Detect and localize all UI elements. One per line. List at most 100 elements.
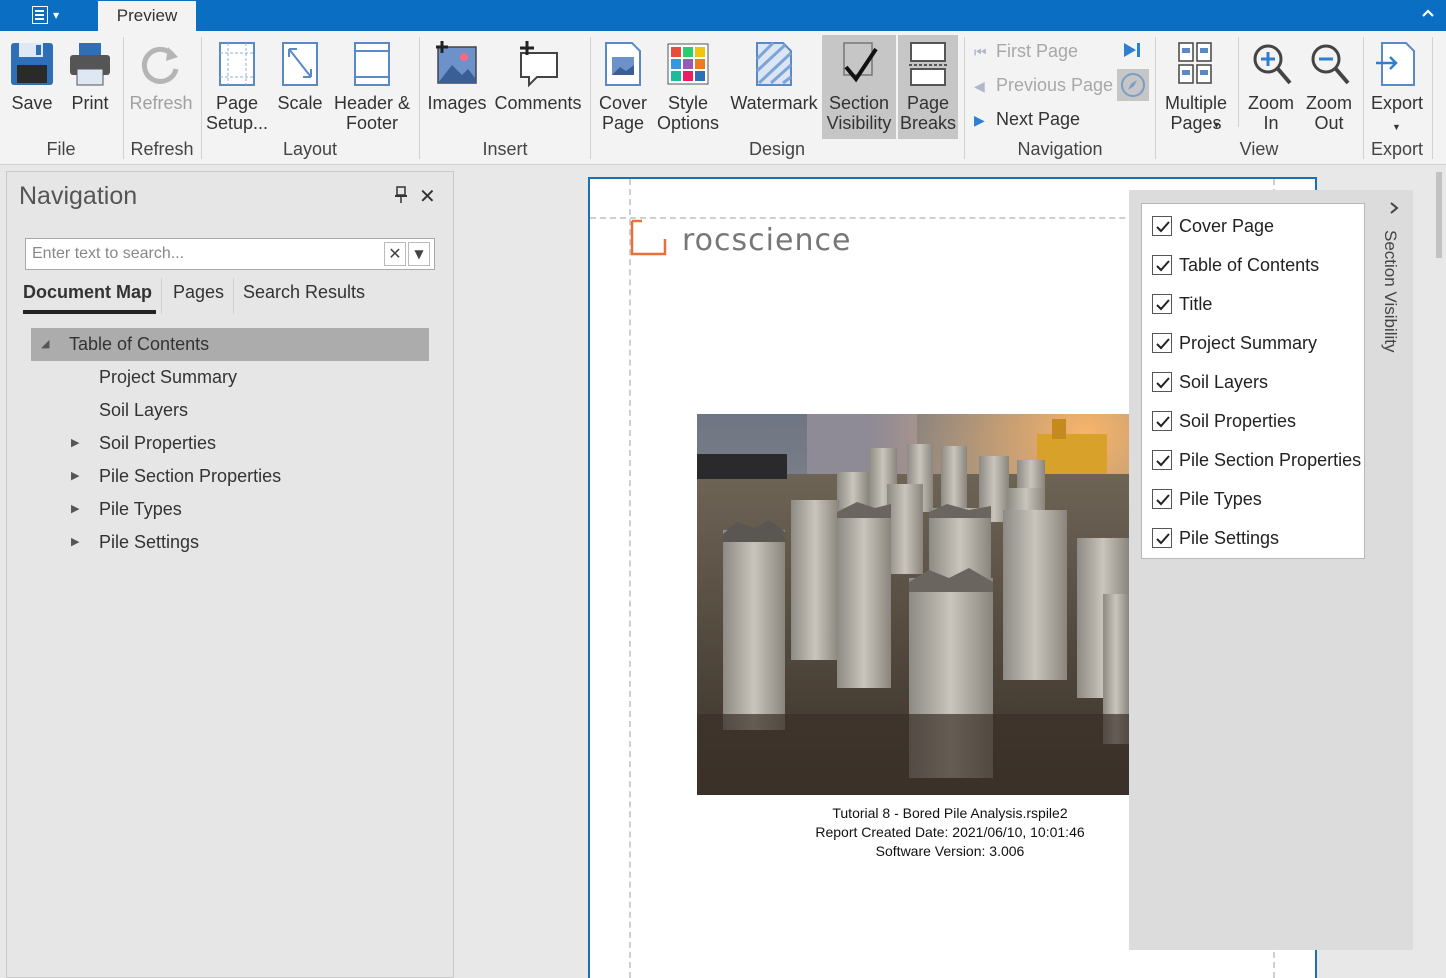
go-to-page-button[interactable] (1117, 69, 1149, 101)
tab-divider (161, 278, 162, 314)
software-version: Software Version: 3.006 (875, 843, 1025, 859)
previous-page-button[interactable]: ◀ Previous Page (974, 72, 1113, 98)
cover-page-icon (605, 42, 641, 86)
tree-item[interactable]: ▶ Pile Types (31, 493, 429, 526)
title-bar: ▼ Preview (0, 0, 1446, 31)
export-button[interactable]: Export ▼ (1366, 35, 1428, 139)
checkbox[interactable] (1152, 489, 1172, 509)
expand-triangle-icon[interactable]: ▶ (71, 460, 79, 493)
group-divider (1238, 37, 1239, 127)
clear-search-icon[interactable]: ✕ (384, 242, 406, 266)
checkbox[interactable] (1152, 372, 1172, 392)
search-box: ✕ ▼ (25, 238, 435, 270)
expand-triangle-icon[interactable]: ▶ (71, 526, 79, 559)
group-divider (590, 37, 591, 159)
comment-icon (520, 41, 558, 88)
watermark-button[interactable]: Watermark (728, 35, 820, 139)
header-footer-button[interactable]: Header & Footer (330, 35, 414, 139)
group-divider (419, 37, 420, 159)
tree-item[interactable]: ▶ Pile Settings (31, 526, 429, 559)
tree-item[interactable]: ▶ Pile Section Properties (31, 460, 429, 493)
checkbox[interactable] (1152, 255, 1172, 275)
next-icon: ▶ (974, 112, 985, 128)
chevron-right-icon[interactable] (1387, 200, 1401, 220)
document-map-tree: ◢ Table of Contents Project Summary Soil… (31, 328, 429, 559)
images-button[interactable]: Images (424, 35, 490, 139)
tree-item[interactable]: Project Summary (31, 361, 429, 394)
cover-photo (697, 414, 1129, 795)
zoom-out-button[interactable]: Zoom Out (1300, 35, 1358, 139)
zoom-out-icon (1311, 44, 1350, 85)
chevron-down-icon: ▼ (1392, 122, 1401, 132)
tab-pages[interactable]: Pages (173, 282, 224, 303)
close-icon[interactable]: ✕ (419, 184, 436, 208)
checkbox[interactable] (1152, 294, 1172, 314)
group-label-layout: Layout (282, 139, 338, 159)
active-tab-indicator (23, 310, 156, 314)
next-page-button[interactable]: ▶ Next Page (974, 106, 1080, 132)
panel-title: Navigation (19, 182, 138, 210)
tree-item[interactable]: ▶ Soil Properties (31, 427, 429, 460)
collapse-ribbon-icon[interactable] (1420, 6, 1436, 22)
margin-guide (629, 179, 631, 978)
document-icon (32, 6, 48, 24)
zoom-in-button[interactable]: Zoom In (1242, 35, 1300, 139)
page-breaks-icon (909, 42, 947, 86)
multiple-pages-icon (1178, 42, 1212, 84)
tab-search-results[interactable]: Search Results (243, 282, 365, 303)
checkbox[interactable] (1152, 216, 1172, 236)
section-visibility-side-tab[interactable]: Section Visibility (1380, 230, 1400, 353)
group-divider (201, 37, 202, 159)
comments-button[interactable]: Comments (492, 35, 584, 139)
checkbox[interactable] (1152, 450, 1172, 470)
page-breaks-button[interactable]: Page Breaks (898, 35, 958, 139)
app-menu-button[interactable]: ▼ (22, 4, 66, 28)
page-setup-button[interactable]: Page Setup... (204, 35, 270, 139)
vertical-scrollbar[interactable] (1434, 166, 1446, 978)
cover-page-button[interactable]: Cover Page (594, 35, 652, 139)
export-icon (1376, 42, 1415, 86)
tree-item-table-of-contents[interactable]: ◢ Table of Contents (31, 328, 429, 361)
style-options-button[interactable]: Style Options (654, 35, 722, 139)
collapse-triangle-icon[interactable]: ◢ (41, 328, 49, 361)
group-divider (1155, 37, 1156, 159)
section-visibility-button[interactable]: Section Visibility (822, 35, 896, 139)
scale-button[interactable]: Scale (272, 35, 328, 139)
ribbon: Save Print File Refresh Refresh Page Set… (0, 31, 1446, 165)
tab-preview[interactable]: Preview (98, 0, 196, 31)
page-setup-icon (219, 42, 255, 86)
refresh-button[interactable]: Refresh (126, 35, 196, 139)
print-button[interactable]: Print (62, 35, 118, 139)
checkbox[interactable] (1152, 528, 1172, 548)
search-input[interactable] (26, 239, 382, 269)
style-palette-icon (667, 43, 709, 85)
header-footer-icon (354, 42, 390, 86)
watermark-icon (755, 41, 793, 86)
compass-icon (1121, 73, 1145, 97)
company-logo: rocscience (630, 219, 870, 259)
expand-triangle-icon[interactable]: ▶ (71, 427, 79, 460)
group-label-navigation: Navigation (1017, 139, 1103, 159)
first-page-icon: ⏮ (974, 44, 987, 60)
refresh-icon (141, 46, 179, 84)
report-created-date: Report Created Date: 2021/06/10, 10:01:4… (815, 824, 1085, 840)
checkbox[interactable] (1152, 333, 1172, 353)
expand-triangle-icon[interactable]: ▶ (71, 493, 79, 526)
group-label-view: View (1239, 139, 1279, 159)
group-label-design: Design (748, 139, 806, 159)
image-icon (436, 41, 477, 84)
tab-document-map[interactable]: Document Map (23, 282, 152, 303)
save-button[interactable]: Save (2, 35, 62, 139)
multiple-pages-button[interactable]: Multiple Pages ▼ (1158, 35, 1234, 139)
last-page-button[interactable] (1120, 39, 1146, 63)
chevron-down-icon: ▼ (53, 11, 60, 20)
first-page-button[interactable]: ⏮ First Page (974, 38, 1078, 64)
pin-icon[interactable] (394, 186, 408, 204)
checkbox[interactable] (1152, 411, 1172, 431)
group-divider (1432, 37, 1433, 159)
section-visibility-icon (843, 42, 878, 83)
tab-divider (233, 278, 234, 314)
scrollbar-thumb[interactable] (1436, 172, 1442, 258)
chevron-down-icon[interactable]: ▼ (408, 242, 430, 266)
tree-item[interactable]: Soil Layers (31, 394, 429, 427)
